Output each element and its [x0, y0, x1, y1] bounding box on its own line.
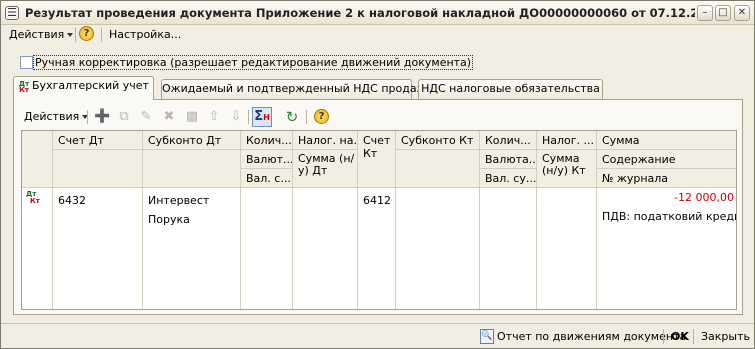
- add-icon[interactable]: ➕: [94, 109, 110, 125]
- col-header-quantity-dt[interactable]: Колич...: [241, 131, 293, 150]
- accounting-tab-panel: Действия ➕ ⧉ ✎ ✖ ▩ ⇧ ⇩ ΣH ↻ ? Счет Дт Су…: [13, 99, 743, 315]
- cell-account-kt[interactable]: 6412: [358, 188, 396, 309]
- edit-icon[interactable]: ✎: [138, 109, 154, 125]
- table-row-marker[interactable]: Дт Кт: [22, 188, 53, 309]
- cell-tax-dt[interactable]: [293, 188, 358, 309]
- actions-menu-label: Действия: [9, 28, 65, 41]
- manual-correction-checkbox[interactable]: [20, 56, 33, 69]
- cell-content: ПДВ: податковий креди...: [602, 210, 737, 223]
- report-icon: 🔍: [480, 329, 494, 344]
- tab-accounting[interactable]: Дт Кт Бухгалтерский учет: [13, 76, 154, 100]
- save-icon[interactable]: ▩: [184, 109, 200, 125]
- document-movements-window: ☰ Результат проведения документа Приложе…: [0, 0, 755, 349]
- cell-account-dt[interactable]: 6432: [53, 188, 143, 309]
- tab-vat-obligations[interactable]: НДС налоговые обязательства: [418, 79, 603, 99]
- move-down-icon[interactable]: ⇩: [228, 109, 244, 125]
- menu-divider: [101, 28, 102, 42]
- dt-kt-icon: Дт Кт: [18, 80, 30, 94]
- movements-grid[interactable]: Счет Дт Субконто Дт Колич... Налог. на..…: [21, 130, 737, 310]
- close-icon[interactable]: ✕: [734, 5, 750, 21]
- col-header-amount[interactable]: Сумма: [597, 131, 736, 150]
- tab-expected-vat-label: Ожидаемый и подтвержденный НДС продаж: [162, 82, 427, 95]
- ok-button[interactable]: OK: [671, 330, 689, 343]
- cell-tax-kt[interactable]: [537, 188, 597, 309]
- manual-correction-label[interactable]: Ручная корректировка (разрешает редактир…: [33, 55, 474, 70]
- totals-icon[interactable]: ΣH: [252, 107, 272, 127]
- header-blank: [143, 150, 241, 188]
- footer-divider: [693, 329, 694, 344]
- col-header-account-kt[interactable]: Счет Кт: [358, 131, 396, 188]
- col-header-journal-number[interactable]: № журнала: [597, 169, 736, 188]
- footer-divider: [663, 329, 664, 344]
- actions-menu[interactable]: Действия: [9, 28, 74, 41]
- move-up-icon[interactable]: ⇧: [206, 109, 222, 125]
- header-blank: [396, 150, 480, 188]
- grid-actions-menu[interactable]: Действия: [24, 110, 89, 123]
- refresh-icon[interactable]: ↻: [284, 109, 300, 125]
- cell-subconto-dt[interactable]: Интервест Порука: [143, 188, 241, 309]
- window-menu-icon[interactable]: ☰: [5, 6, 19, 20]
- col-header-currency-kt[interactable]: Валюта...: [480, 150, 537, 169]
- dt-kt-icon: Дт Кт: [26, 190, 40, 205]
- grid-toolbar: Действия ➕ ⧉ ✎ ✖ ▩ ⇧ ⇩ ΣH ↻ ?: [14, 106, 742, 128]
- col-header-content[interactable]: Содержание: [597, 150, 736, 169]
- delete-icon[interactable]: ✖: [161, 109, 177, 125]
- col-header-subconto-dt[interactable]: Субконто Дт: [143, 131, 241, 150]
- toolbar-divider: [248, 110, 249, 124]
- help-icon[interactable]: ?: [79, 26, 94, 41]
- menu-bar: Действия ? Настройка...: [1, 25, 754, 45]
- cell-subconto-dt-1: Интервест: [148, 194, 210, 207]
- menu-divider: [75, 28, 76, 42]
- col-header-currency-sum-kt[interactable]: Вал. су...: [480, 169, 537, 188]
- col-header-tax-kt[interactable]: Налог. ...: [537, 131, 597, 150]
- close-button[interactable]: Закрыть: [701, 330, 750, 343]
- help-icon[interactable]: ?: [314, 109, 329, 124]
- tab-accounting-label: Бухгалтерский учет: [32, 79, 149, 92]
- col-header-quantity-kt[interactable]: Колич...: [480, 131, 537, 150]
- movements-report-button[interactable]: Отчет по движениям документа: [497, 330, 686, 343]
- settings-menu[interactable]: Настройка...: [109, 28, 181, 41]
- toolbar-divider: [306, 110, 307, 124]
- title-bar: ☰ Результат проведения документа Приложе…: [1, 1, 754, 25]
- window-title: Результат проведения документа Приложени…: [25, 6, 695, 20]
- cell-subconto-kt[interactable]: [396, 188, 480, 309]
- cell-quantity-dt[interactable]: [241, 188, 293, 309]
- tab-vat-obligations-label: НДС налоговые обязательства: [421, 82, 600, 95]
- minimize-icon[interactable]: –: [697, 5, 713, 21]
- footer-bar: 🔍 Отчет по движениям документа OK Закрыт…: [1, 323, 754, 348]
- col-header-currency-sum-dt[interactable]: Вал. с...: [241, 169, 293, 188]
- maximize-icon[interactable]: □: [715, 5, 731, 21]
- col-header-account-dt[interactable]: Счет Дт: [53, 131, 143, 150]
- header-blank: [53, 150, 143, 188]
- chevron-down-icon: [67, 33, 74, 37]
- cell-quantity-kt[interactable]: [480, 188, 537, 309]
- toolbar-divider: [87, 110, 88, 124]
- cell-amount-content[interactable]: -12 000,00 ПДВ: податковий креди...: [597, 188, 737, 309]
- copy-icon[interactable]: ⧉: [116, 109, 132, 125]
- cell-subconto-dt-2: Порука: [148, 213, 190, 226]
- col-header-tax-dt[interactable]: Налог. на...: [293, 131, 358, 150]
- grid-actions-label: Действия: [24, 110, 80, 123]
- row-marker-header: [22, 131, 53, 188]
- col-header-sum-nu-dt[interactable]: Сумма (н/у) Дт: [293, 150, 358, 188]
- col-header-subconto-kt[interactable]: Субконто Кт: [396, 131, 480, 150]
- col-header-sum-nu-kt[interactable]: Сумма (н/у) Кт: [537, 150, 597, 188]
- tab-expected-vat[interactable]: Ожидаемый и подтвержденный НДС продаж: [161, 79, 426, 99]
- col-header-currency-dt[interactable]: Валют...: [241, 150, 293, 169]
- cell-amount: -12 000,00: [674, 191, 734, 204]
